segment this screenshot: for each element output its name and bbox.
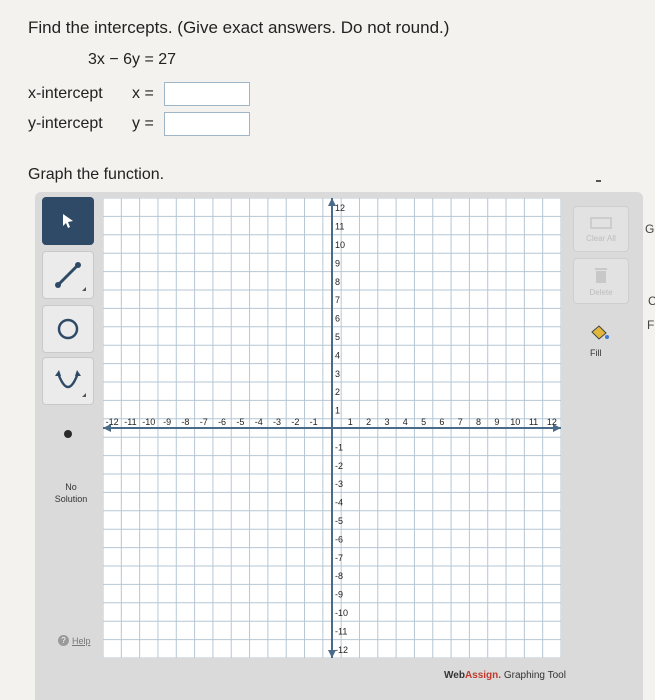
x-intercept-row: x-intercept x = (28, 82, 250, 106)
graph-canvas[interactable]: -12 -11 -10 -9 -8 -7 -6 -5 -4 -3 -2 -1 1 2 3 4 5 6 7 8 9 10 11… (102, 197, 562, 663)
y-tick-label: -11 (335, 626, 347, 636)
x-tick-label: 9 (494, 417, 499, 427)
edge-letter-2: C (648, 294, 655, 308)
x-tick-label: -1 (310, 417, 318, 427)
paint-bucket-icon (591, 325, 609, 340)
y-tick-label: -6 (335, 534, 343, 544)
edge-letter-1: G (645, 222, 655, 236)
x-tick-label: 5 (421, 417, 426, 427)
x-tick-label: 3 (384, 417, 389, 427)
x-tick-label: -12 (106, 417, 119, 427)
webassign-branding: WebAssign. Graphing Tool (444, 670, 566, 681)
edge-letter-3: F (647, 318, 655, 332)
equation: 3x − 6y = 27 (88, 51, 177, 68)
x-tick-label: 11 (529, 417, 538, 427)
x-tick-label: 8 (476, 417, 481, 427)
x-intercept-label: x-intercept (28, 85, 103, 102)
brand-suffix: Graphing Tool (501, 670, 566, 681)
y-intercept-row: y-intercept y = (28, 112, 250, 136)
parabola-tool-button[interactable] (42, 357, 94, 405)
line-icon (55, 262, 86, 291)
x-tick-label: 10 (510, 417, 520, 427)
fill-button[interactable] (588, 323, 610, 348)
y-tick-label: -9 (335, 590, 343, 600)
x-tick-label: -2 (291, 417, 299, 427)
x-tick-label: -9 (163, 417, 171, 427)
y-tick-label: 3 (335, 369, 340, 379)
fill-label: Fill (590, 348, 602, 358)
y-tick-label: 1 (335, 406, 340, 416)
no-solution-line1: No (65, 482, 77, 492)
y-tick-label: -8 (335, 571, 343, 581)
x-tick-label: -6 (218, 417, 226, 427)
y-tick-label: 10 (335, 240, 345, 250)
brand-assign: Assign. (464, 670, 502, 681)
x-tick-label: -5 (236, 417, 244, 427)
y-tick-label: -7 (335, 553, 343, 563)
y-tick-label: 2 (335, 387, 340, 397)
help-link[interactable]: ? Help (58, 635, 91, 646)
x-tick-label: 6 (439, 417, 444, 427)
graph-prompt: Graph the function. (28, 166, 165, 183)
y-tick-label: 5 (335, 332, 340, 342)
no-solution-button[interactable]: No Solution (48, 473, 94, 513)
y-tick-label: -3 (335, 479, 343, 489)
y-var-label: y = (132, 115, 154, 132)
x-tick-label: 1 (348, 417, 353, 427)
x-tick-label: -8 (181, 417, 189, 427)
question-prompt: Find the intercepts. (Give exact answers… (28, 18, 450, 37)
pointer-tool-button[interactable] (42, 197, 94, 245)
line-tool-button[interactable] (42, 251, 94, 299)
y-tick-label: 11 (335, 222, 344, 232)
y-tick-label: -10 (335, 608, 348, 618)
x-tick-label: 7 (458, 417, 463, 427)
no-solution-line2: Solution (54, 494, 88, 504)
circle-tool-button[interactable] (42, 305, 94, 353)
y-tick-label: 6 (335, 314, 340, 324)
delete-label: Delete (589, 287, 613, 297)
y-tick-label: 8 (335, 277, 340, 287)
clear-all-label: Clear All (586, 233, 616, 243)
pointer-icon (63, 214, 73, 228)
x-tick-label: -11 (124, 417, 136, 427)
x-tick-label: -7 (200, 417, 208, 427)
y-tick-label: -4 (335, 498, 343, 508)
brand-web: Web (444, 670, 465, 681)
y-tick-label: 9 (335, 258, 340, 268)
x-tick-label: 2 (366, 417, 371, 427)
y-tick-label: -12 (335, 645, 348, 655)
y-tick-label: 12 (335, 203, 345, 213)
x-var-label: x = (132, 85, 154, 102)
parabola-icon (55, 370, 86, 397)
x-intercept-input[interactable] (164, 82, 250, 106)
x-tick-label: 12 (547, 417, 557, 427)
help-label: Help (72, 635, 91, 646)
x-tick-label: -3 (273, 417, 281, 427)
decorative-dash (596, 180, 601, 182)
y-intercept-label: y-intercept (28, 115, 103, 132)
x-tick-label: 4 (403, 417, 408, 427)
delete-button[interactable]: Delete (573, 258, 629, 304)
y-tick-label: 7 (335, 295, 340, 305)
coordinate-grid[interactable]: -12 -11 -10 -9 -8 -7 -6 -5 -4 -3 -2 -1 1 2 3 4 5 6 7 8 9 10 11… (102, 197, 562, 659)
y-tick-label: 4 (335, 350, 340, 360)
y-tick-label: -1 (335, 442, 343, 452)
clear-all-icon (590, 216, 612, 229)
y-tick-label: -2 (335, 461, 343, 471)
x-tick-label: -4 (255, 417, 263, 427)
help-icon: ? (58, 635, 69, 646)
circle-icon (57, 318, 79, 340)
clear-all-button[interactable]: Clear All (573, 206, 629, 252)
y-intercept-input[interactable] (164, 112, 250, 136)
trash-icon (595, 267, 607, 283)
y-tick-label: -5 (335, 516, 343, 526)
point-tool-icon[interactable] (64, 430, 72, 438)
x-tick-label: -10 (142, 417, 155, 427)
